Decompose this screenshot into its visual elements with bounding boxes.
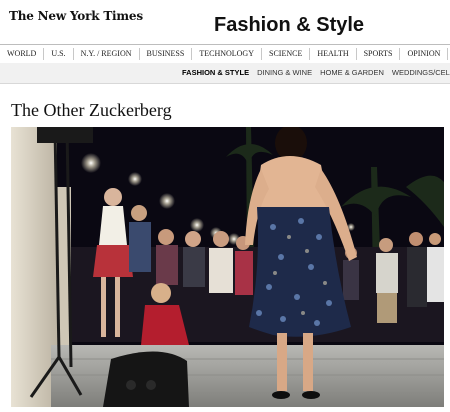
masthead: The New York Times Fashion & Style	[0, 0, 450, 44]
subnav-item-fashion-style[interactable]: FASHION & STYLE	[178, 68, 253, 77]
light-head	[37, 127, 93, 143]
speaker-amp	[103, 351, 189, 407]
nav-item-ny-region[interactable]: N.Y. / REGION	[74, 48, 140, 60]
nav-item-business[interactable]: BUSINESS	[140, 48, 193, 60]
article-photo[interactable]	[11, 127, 444, 407]
main-nav: WORLD U.S. N.Y. / REGION BUSINESS TECHNO…	[0, 44, 450, 64]
nyt-logo[interactable]: The New York Times	[9, 9, 143, 23]
nav-item-sports[interactable]: SPORTS	[357, 48, 401, 60]
nav-item-technology[interactable]: TECHNOLOGY	[192, 48, 262, 60]
nav-item-science[interactable]: SCIENCE	[262, 48, 311, 60]
subnav-item-dining-wine[interactable]: DINING & WINE	[253, 68, 316, 77]
party-scene-image	[11, 127, 444, 407]
subnav-item-weddings[interactable]: WEDDINGS/CELEB	[388, 68, 450, 77]
nav-item-health[interactable]: HEALTH	[310, 48, 357, 60]
section-subnav: FASHION & STYLE DINING & WINE HOME & GAR…	[0, 63, 450, 84]
article-headline: The Other Zuckerberg	[11, 100, 172, 120]
subnav-item-home-garden[interactable]: HOME & GARDEN	[316, 68, 388, 77]
section-title[interactable]: Fashion & Style	[214, 14, 364, 37]
nav-item-us[interactable]: U.S.	[44, 48, 74, 60]
nav-item-world[interactable]: WORLD	[0, 48, 45, 60]
nav-item-opinion[interactable]: OPINION	[400, 48, 449, 60]
